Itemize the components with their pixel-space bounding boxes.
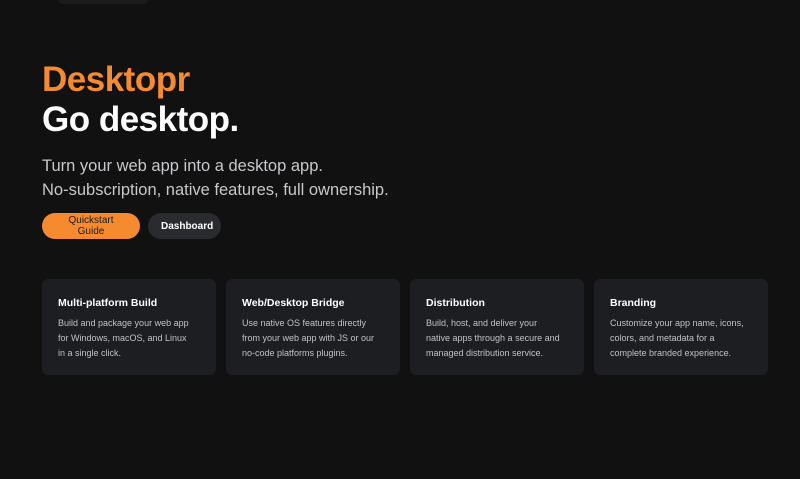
feature-cards: Multi-platform Build Build and package y… (42, 279, 768, 375)
feature-card-line: from your web app with JS or our (242, 333, 375, 343)
feature-card-line: complete branded experience. (610, 348, 732, 358)
feature-card-title: Multi-platform Build (58, 297, 158, 309)
feature-card-line: colors, and metadata for a (610, 333, 715, 343)
quickstart-guide-button[interactable]: Quickstart Guide (42, 213, 140, 239)
feature-card-line: native apps through a secure and (426, 333, 560, 343)
feature-card-description: Customize your app name, icons, colors, … (610, 316, 752, 361)
feature-card-line: no-code platforms plugins. (242, 348, 348, 358)
feature-card-web-desktop-bridge: Web/Desktop Bridge Use native OS feature… (226, 279, 400, 375)
feature-card-line: for Windows, macOS, and Linux (58, 333, 187, 343)
brand-title: Desktopr (42, 60, 190, 99)
feature-card-distribution: Distribution Build, host, and deliver yo… (410, 279, 584, 375)
hero-subtitle-line-1: Turn your web app into a desktop app. (42, 157, 323, 175)
feature-card-line: Build, host, and deliver your (426, 318, 538, 328)
feature-card-line: managed distribution service. (426, 348, 544, 358)
hero-headline: Go desktop. (42, 100, 239, 139)
feature-card-title: Web/Desktop Bridge (242, 297, 345, 309)
feature-card-description: Build, host, and deliver your native app… (426, 316, 568, 361)
feature-card-title: Distribution (426, 297, 485, 309)
hero-subtitle: Turn your web app into a desktop app. No… (42, 154, 389, 202)
feature-card-branding: Branding Customize your app name, icons,… (594, 279, 768, 375)
hero-subtitle-line-2: No-subscription, native features, full o… (42, 181, 389, 199)
hero-actions: Quickstart Guide Dashboard (42, 213, 221, 239)
feature-card-line: Use native OS features directly (242, 318, 367, 328)
feature-card-line: Customize your app name, icons, (610, 318, 744, 328)
feature-card-line: Build and package your web app (58, 318, 189, 328)
feature-card-description: Use native OS features directly from you… (242, 316, 384, 361)
feature-card-title: Branding (610, 297, 657, 309)
top-nav-edge (58, 0, 148, 4)
feature-card-multi-platform-build: Multi-platform Build Build and package y… (42, 279, 216, 375)
feature-card-line: in a single click. (58, 348, 122, 358)
hero-section: Desktopr Go desktop. Turn your web app i… (42, 60, 389, 202)
dashboard-button[interactable]: Dashboard (148, 213, 221, 239)
feature-card-description: Build and package your web app for Windo… (58, 316, 200, 361)
